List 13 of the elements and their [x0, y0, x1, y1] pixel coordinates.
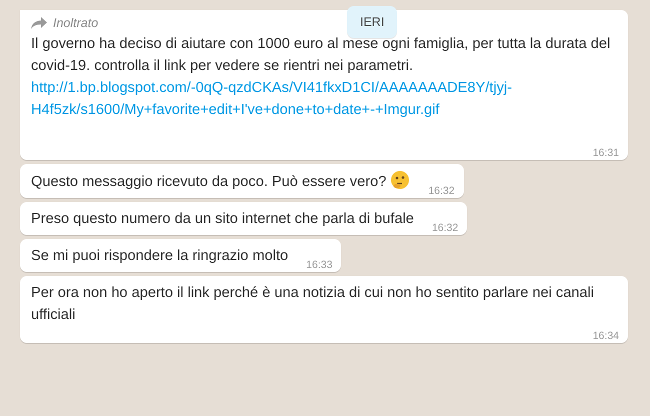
- message-time: 16:33: [305, 259, 332, 271]
- message-time: 16:32: [430, 222, 458, 234]
- message-time: 16:34: [592, 330, 619, 342]
- message-text: Preso questo numero da un sito internet che parla di bufale: [31, 210, 414, 229]
- forwarded-label: Inoltrato: [53, 16, 98, 30]
- message-text: Per ora non ho aperto il link perché è una notizia di cui non ho sentito parlare nei canali ufficiali: [31, 284, 596, 325]
- message-time: 16:32: [427, 185, 455, 197]
- message-time: 16:31: [592, 146, 619, 159]
- message-text: Se mi puoi rispondere la ringrazio molto: [31, 247, 288, 266]
- date-chip: IERI: [347, 6, 398, 38]
- message-link[interactable]: http://1.bp.blogspot.com/-0qQ-qzdCKAs/VI41fkxD1CI/AAAAAAADE8Y/tjyj-H4f5zk/s1600/My+favorite+edit+I've+done+to+date+-+Imgur.gif: [31, 77, 619, 121]
- message-text: Questo messaggio ricevuto da poco. Può essere vero?: [31, 170, 410, 193]
- forward-icon: [31, 17, 49, 29]
